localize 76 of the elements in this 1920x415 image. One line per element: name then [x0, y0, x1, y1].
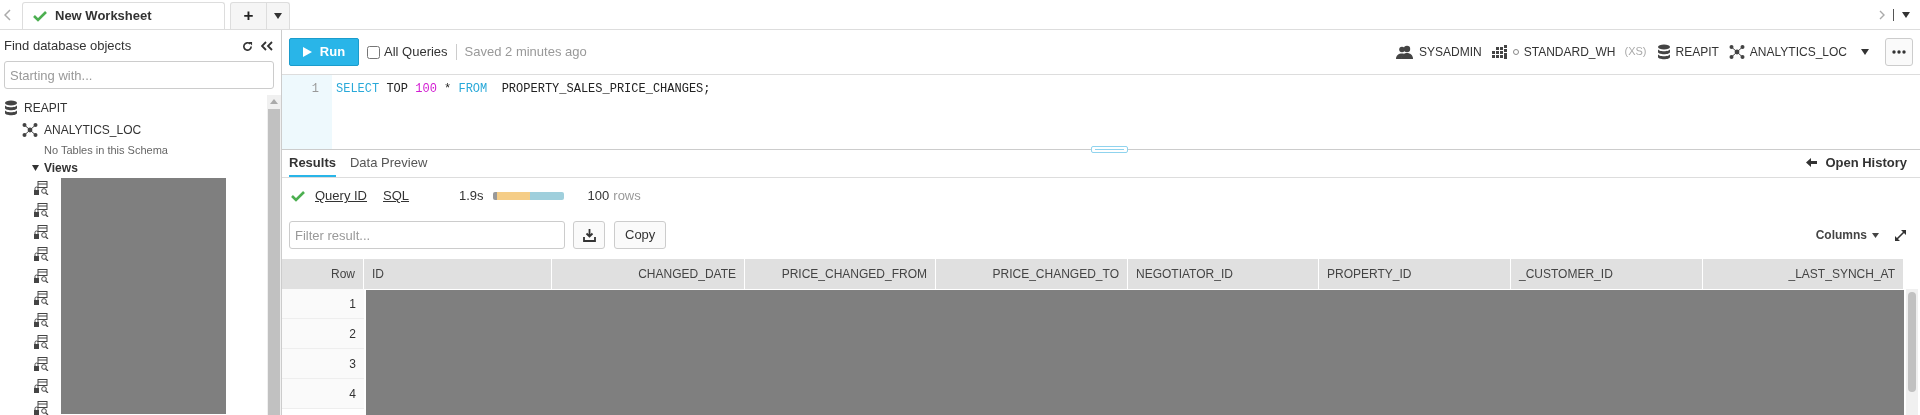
database-icon — [1656, 44, 1671, 60]
row-number: 1 — [282, 289, 364, 319]
tree-item[interactable]: ANALYTICS_LOC — [0, 119, 267, 141]
column-header[interactable]: CHANGED_DATE — [552, 259, 745, 289]
view-icon[interactable] — [34, 291, 49, 305]
view-icon[interactable] — [34, 203, 49, 217]
scrollbar[interactable] — [267, 95, 281, 415]
column-header[interactable]: PRICE_CHANGED_FROM — [745, 259, 936, 289]
schema-icon — [22, 122, 38, 138]
view-icon[interactable] — [34, 181, 49, 195]
view-icon[interactable] — [34, 269, 49, 283]
caret-icon — [274, 13, 282, 19]
open-history-button[interactable]: Open History — [1806, 152, 1907, 172]
row-count-unit: rows — [613, 187, 641, 206]
download-button[interactable] — [573, 221, 605, 249]
tree-item[interactable]: REAPIT — [0, 97, 267, 119]
panel-title: Find database objects — [4, 37, 132, 56]
query-id-link[interactable]: Query ID — [315, 186, 367, 206]
caret-icon — [1872, 232, 1879, 238]
row-count: 100 — [587, 187, 610, 206]
caret-icon[interactable] — [1902, 11, 1910, 18]
search-field[interactable]: Starting with... — [4, 61, 274, 89]
view-icon[interactable] — [34, 357, 49, 371]
column-header[interactable]: _CUSTOMER_ID — [1511, 259, 1703, 289]
empty-schema-note: No Tables in this Schema — [44, 142, 168, 158]
column-header[interactable]: _LAST_SYNCH_AT — [1703, 259, 1904, 289]
context-item[interactable]: ANALYTICS_LOC — [1728, 43, 1847, 61]
sql-link[interactable]: SQL — [383, 186, 410, 206]
play-icon — [302, 47, 312, 57]
refresh-icon[interactable] — [242, 40, 253, 52]
column-header[interactable]: PRICE_CHANGED_TO — [936, 259, 1128, 289]
view-icon[interactable] — [34, 379, 49, 393]
results-tab[interactable]: Results — [289, 151, 336, 177]
code-line[interactable]: SELECT TOP 100 * FROM PROPERTY_SALES_PRICE_CHANGES; — [336, 80, 1920, 96]
column-header[interactable]: ID — [364, 259, 552, 289]
schema-icon — [1728, 44, 1745, 60]
caret-down-icon[interactable] — [32, 165, 39, 171]
row-number: 2 — [282, 319, 364, 349]
caret-icon[interactable] — [1861, 49, 1869, 55]
collapse-icon[interactable] — [261, 41, 273, 51]
users-icon — [1396, 45, 1415, 59]
duration: 1.9s — [459, 187, 484, 206]
column-header[interactable]: PROPERTY_ID — [1319, 259, 1511, 289]
scrollbar[interactable] — [1906, 289, 1918, 415]
copy-button[interactable]: Copy — [614, 221, 667, 249]
arrow-left-icon — [1806, 157, 1818, 167]
column-header[interactable]: NEGOTIATOR_ID — [1128, 259, 1319, 289]
checkbox-label[interactable]: All Queries — [384, 42, 448, 62]
columns-dropdown[interactable]: Columns — [1815, 226, 1879, 244]
worksheet-tab[interactable]: New Worksheet — [22, 2, 225, 29]
expand-icon[interactable] — [1895, 229, 1906, 241]
view-icon[interactable] — [34, 247, 49, 261]
checkbox[interactable] — [367, 45, 380, 59]
more-button[interactable] — [1885, 38, 1913, 66]
row-number: 3 — [282, 349, 364, 379]
results-tab[interactable]: Data Preview — [349, 151, 428, 177]
row-number: 4 — [282, 379, 364, 409]
filter-field[interactable]: Filter result... — [289, 221, 565, 249]
tree-item[interactable]: Views — [0, 159, 267, 177]
context-item[interactable]: REAPIT — [1656, 43, 1719, 61]
database-icon — [4, 100, 18, 116]
resize-handle[interactable] — [1091, 146, 1128, 153]
timing-bar — [492, 192, 564, 200]
view-icon[interactable] — [34, 401, 49, 415]
more-icon — [1892, 50, 1906, 54]
download-icon — [582, 228, 596, 242]
line-number: 1 — [310, 81, 320, 96]
check-icon — [33, 10, 47, 22]
view-icon[interactable] — [34, 313, 49, 327]
view-icon[interactable] — [34, 225, 49, 239]
check-icon — [291, 190, 305, 202]
save-status: Saved 2 minutes ago — [464, 43, 587, 62]
context-item[interactable]: SYSADMIN — [1396, 43, 1482, 61]
view-icon[interactable] — [34, 335, 49, 349]
context-item[interactable]: STANDARD_WH (XS) — [1491, 43, 1647, 61]
grid-icon — [1491, 45, 1508, 59]
